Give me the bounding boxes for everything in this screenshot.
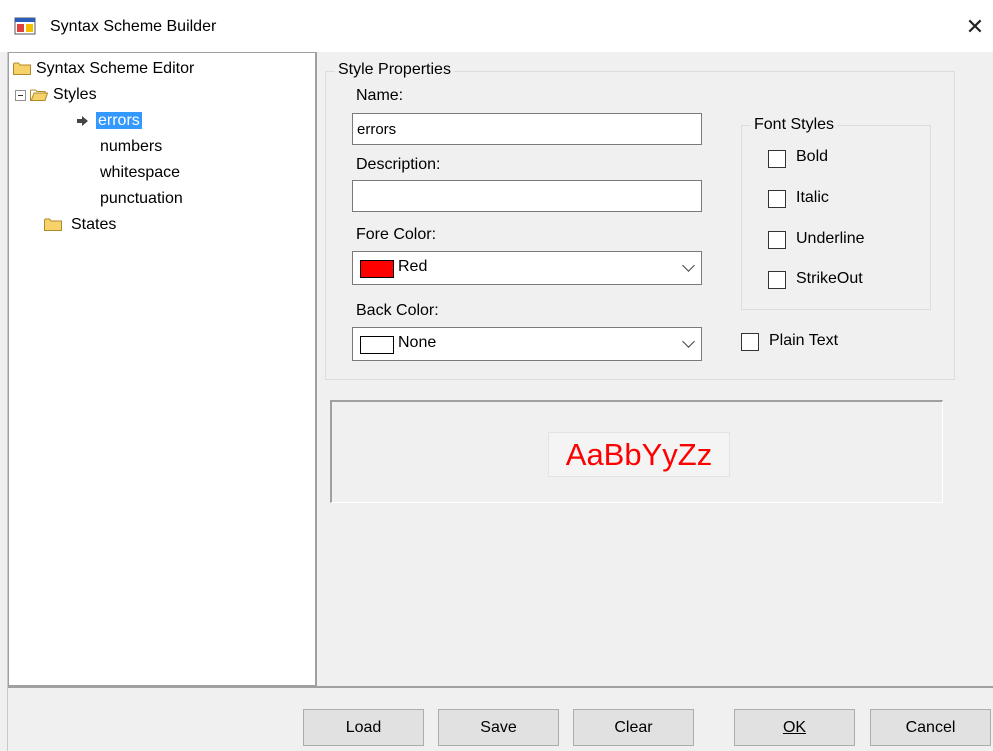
description-field[interactable] <box>352 180 702 212</box>
fore-color-swatch <box>360 260 394 278</box>
italic-label[interactable]: Italic <box>796 189 829 207</box>
underline-checkbox[interactable] <box>768 231 786 249</box>
clear-button[interactable]: Clear <box>573 709 694 746</box>
tree-item-whitespace[interactable]: whitespace <box>100 161 180 185</box>
load-button[interactable]: Load <box>303 709 424 746</box>
fore-color-select[interactable]: Red <box>352 251 702 285</box>
fore-color-label: Fore Color: <box>356 226 437 243</box>
panel-divider <box>316 52 317 686</box>
ok-button-label: OK <box>782 719 807 736</box>
folder-open-icon <box>30 89 48 101</box>
style-properties-legend: Style Properties <box>335 61 454 79</box>
name-field[interactable] <box>352 113 702 145</box>
tree-item-label: errors <box>96 112 142 129</box>
bottom-separator <box>8 686 993 688</box>
tree-item-numbers[interactable]: numbers <box>100 135 162 159</box>
tree-item-label: States <box>71 216 117 233</box>
plain-text-label[interactable]: Plain Text <box>769 332 838 350</box>
close-button[interactable]: ✕ <box>960 10 990 44</box>
tree-item-label: whitespace <box>100 164 181 181</box>
name-label: Name: <box>356 87 404 104</box>
tree-item-label: punctuation <box>100 190 183 207</box>
collapse-toggle[interactable] <box>15 90 26 101</box>
save-button[interactable]: Save <box>438 709 559 746</box>
font-styles-legend: Font Styles <box>751 116 838 134</box>
cancel-button[interactable]: Cancel <box>870 709 991 746</box>
back-color-value: None <box>398 334 437 351</box>
tree-item-label: numbers <box>100 138 163 155</box>
tree-item-styles[interactable]: Styles <box>53 83 97 107</box>
folder-icon <box>13 62 31 75</box>
plain-text-checkbox[interactable] <box>741 333 759 351</box>
ok-button[interactable]: OK <box>734 709 855 746</box>
description-label: Description: <box>356 156 441 173</box>
fore-color-value: Red <box>398 258 428 275</box>
strikeout-checkbox[interactable] <box>768 271 786 289</box>
bold-label[interactable]: Bold <box>796 148 828 166</box>
strikeout-label[interactable]: StrikeOut <box>796 270 863 288</box>
italic-checkbox[interactable] <box>768 190 786 208</box>
back-color-select[interactable]: None <box>352 327 702 361</box>
folder-icon <box>44 218 62 231</box>
arrow-right-icon <box>77 116 88 126</box>
chevron-down-icon <box>682 335 695 348</box>
bold-checkbox[interactable] <box>768 150 786 168</box>
tree-item-errors[interactable]: errors <box>96 109 142 133</box>
tree-item-label: Syntax Scheme Editor <box>36 60 195 77</box>
tree-item-syntax-scheme-editor[interactable]: Syntax Scheme Editor <box>36 57 194 81</box>
chevron-down-icon <box>682 259 695 272</box>
scheme-tree[interactable]: Syntax Scheme Editor Styles errors numbe… <box>8 52 316 686</box>
underline-label[interactable]: Underline <box>796 230 864 248</box>
left-window-edge <box>0 52 8 751</box>
app-window-icon <box>14 17 36 35</box>
tree-item-label: Styles <box>53 86 97 103</box>
window-title: Syntax Scheme Builder <box>50 18 217 35</box>
tree-item-states[interactable]: States <box>71 213 116 237</box>
preview-sample-text: AaBbYyZz <box>548 432 730 477</box>
back-color-label: Back Color: <box>356 302 439 319</box>
back-color-swatch <box>360 336 394 354</box>
tree-item-punctuation[interactable]: punctuation <box>100 187 183 211</box>
